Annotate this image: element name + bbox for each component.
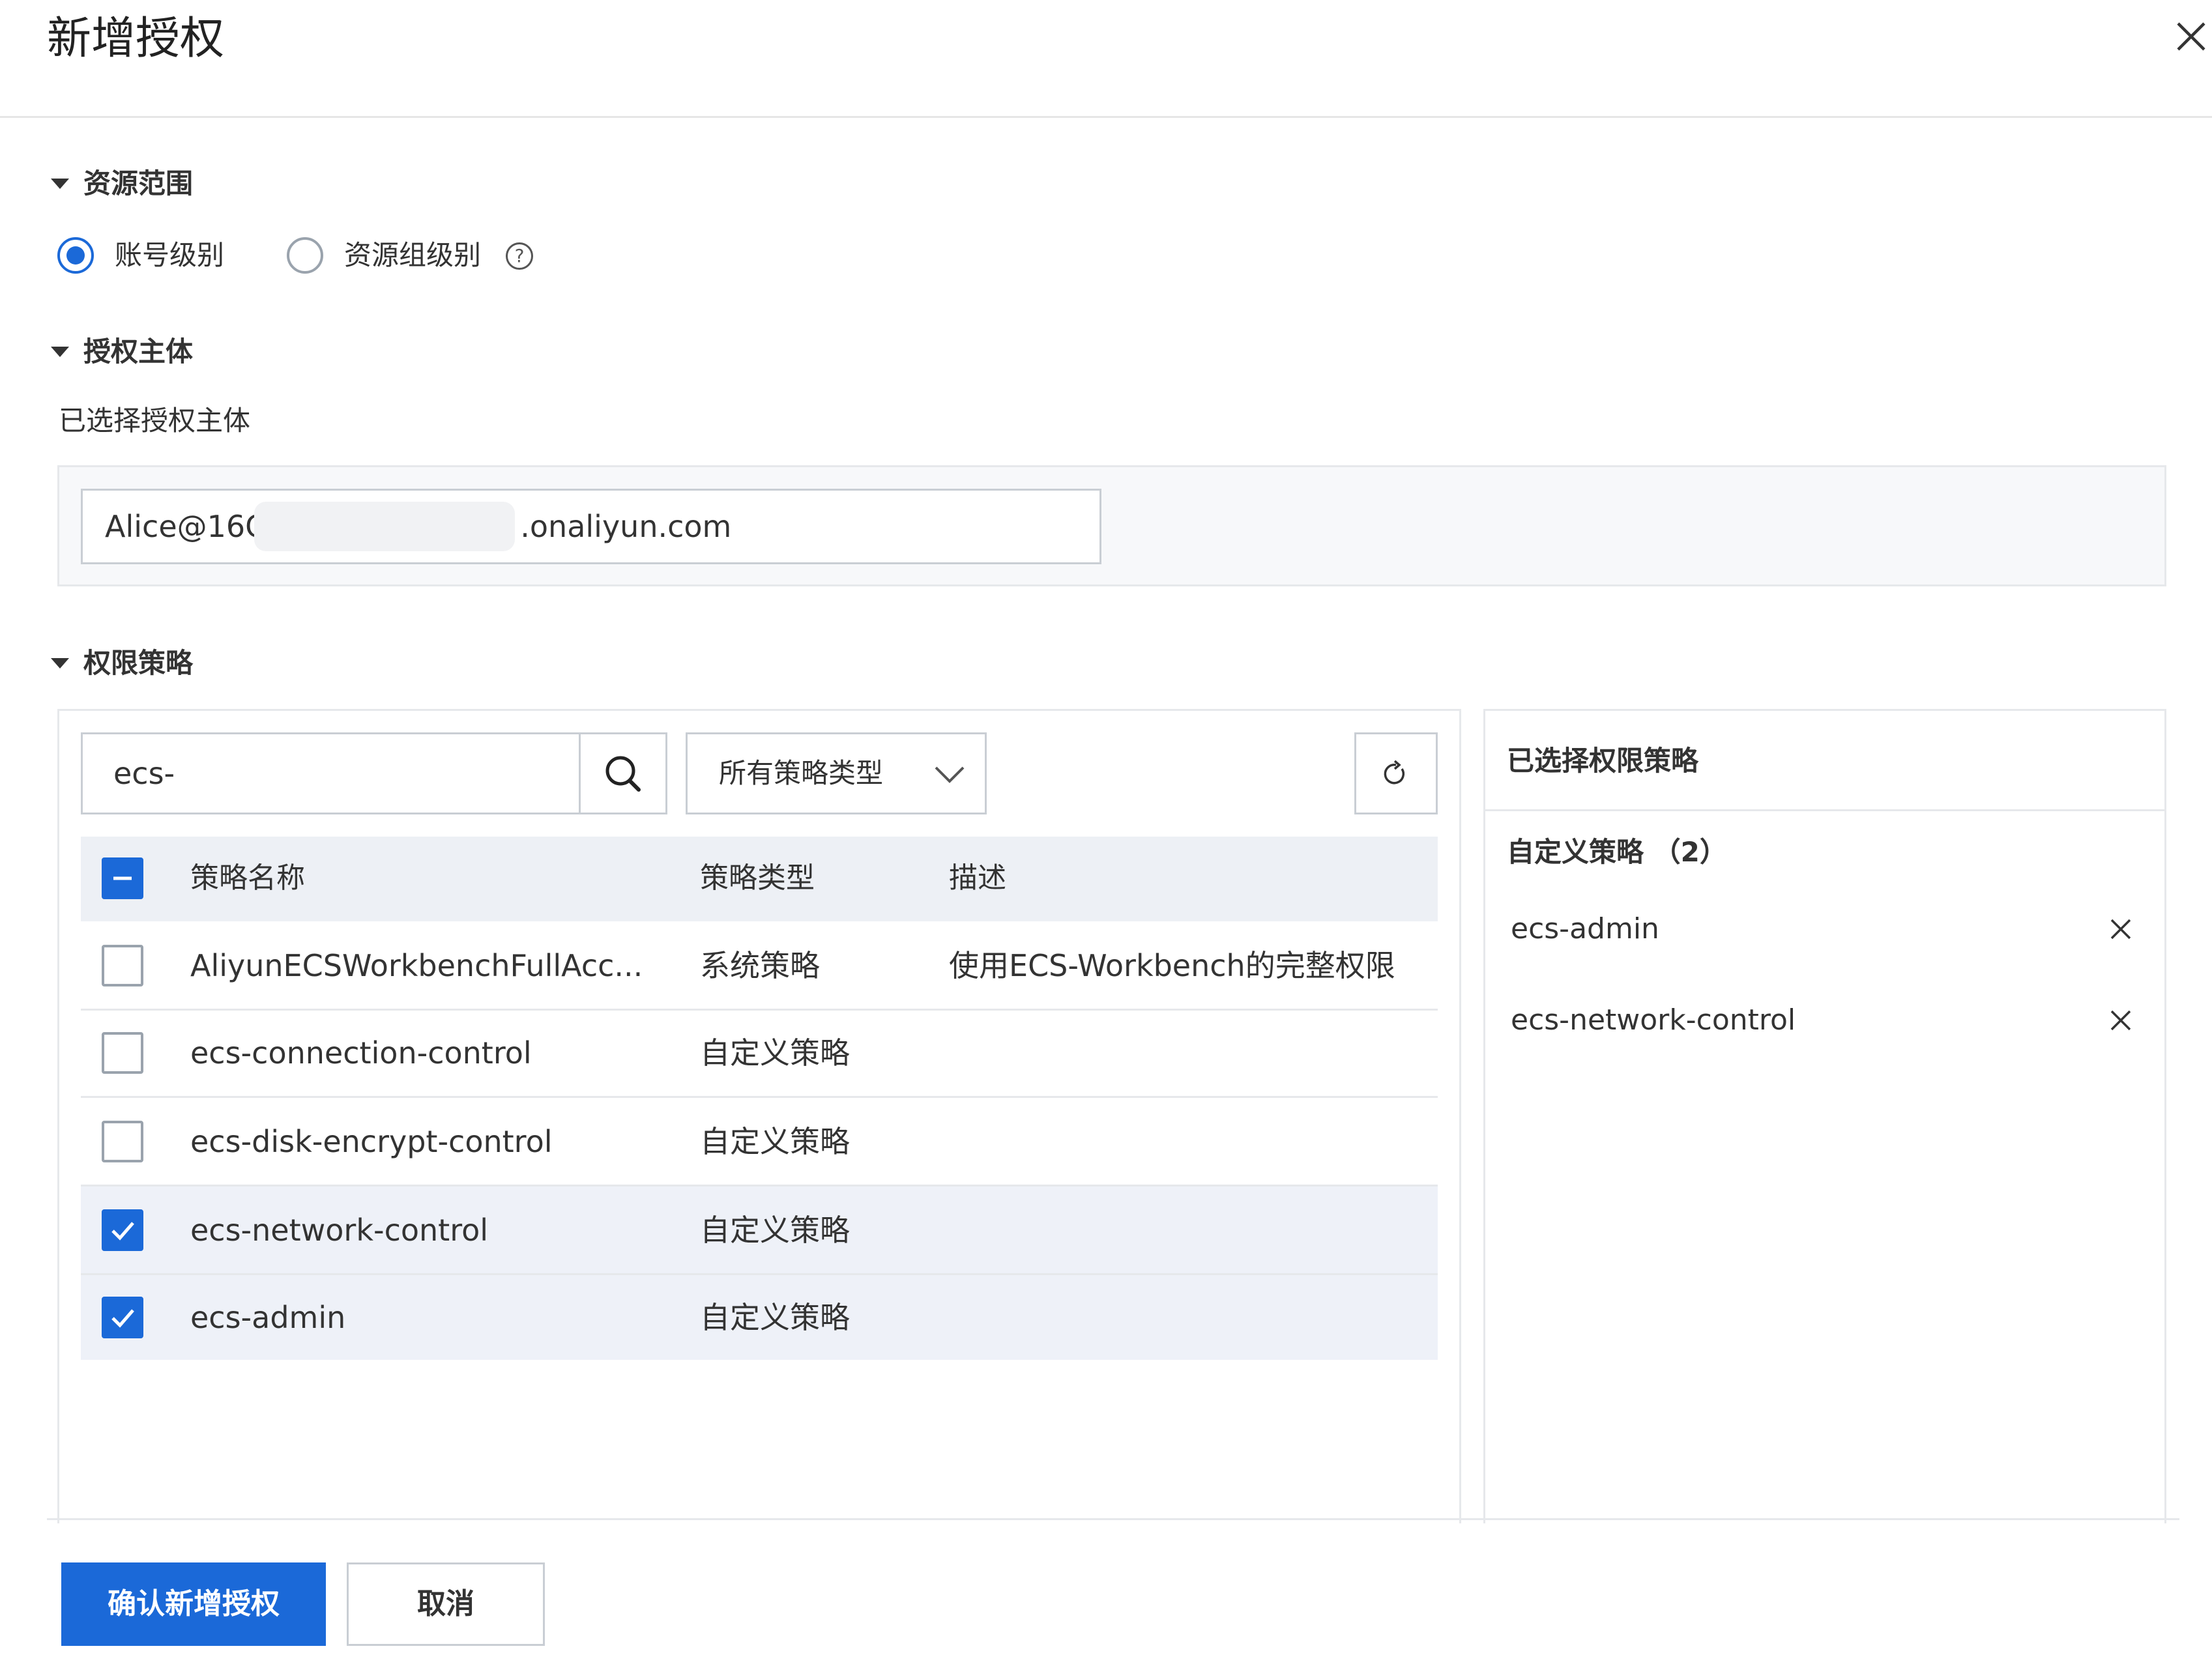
radio-account-level[interactable] [57, 237, 94, 274]
dialog-title: 新增授权 [47, 13, 225, 65]
policy-name: ecs-admin [190, 1300, 346, 1335]
policy-name: ecs-connection-control [190, 1035, 532, 1071]
row-checkbox-checked[interactable] [102, 1297, 143, 1338]
section-title: 资源范围 [83, 167, 194, 199]
section-title: 授权主体 [83, 336, 194, 367]
selected-policy-item: ecs-network-control [1511, 1003, 1796, 1037]
question-circle-icon[interactable]: ? [506, 242, 533, 270]
section-policy[interactable]: 权限策略 [51, 644, 193, 683]
principal-field[interactable]: Alice@16C .onaliyun.com [81, 489, 1101, 564]
row-checkbox-checked[interactable] [102, 1209, 143, 1251]
select-all-checkbox[interactable] [102, 857, 143, 899]
policy-type: 自定义策略 [700, 1213, 850, 1248]
search-icon[interactable] [581, 734, 665, 813]
selected-policies-title: 已选择权限策略 [1507, 745, 1699, 777]
policy-type: 自定义策略 [700, 1300, 850, 1335]
footer-divider [47, 1518, 2179, 1520]
refresh-icon [1384, 760, 1405, 784]
policy-name: ecs-disk-encrypt-control [190, 1124, 553, 1159]
close-icon[interactable] [2170, 16, 2212, 57]
selected-policies-panel [1483, 709, 2166, 1523]
chevron-down-icon[interactable] [932, 761, 967, 787]
section-title: 权限策略 [83, 647, 194, 679]
radio-resource-group-level[interactable] [287, 237, 323, 274]
row-checkbox[interactable] [102, 1121, 143, 1162]
principal-value-suffix: .onaliyun.com [520, 509, 732, 544]
selected-policy-item: ecs-admin [1511, 912, 1659, 945]
policy-name: ecs-network-control [190, 1213, 489, 1248]
policy-description: 使用ECS-Workbench的完整权限 [949, 948, 1395, 983]
confirm-button[interactable]: 确认新增授权 [61, 1562, 326, 1646]
row-checkbox[interactable] [102, 1032, 143, 1074]
close-icon[interactable] [2103, 911, 2139, 947]
close-icon[interactable] [2103, 1002, 2139, 1039]
caret-down-icon [51, 347, 69, 357]
radio-label-resource-group-level[interactable]: 资源组级别 [344, 236, 481, 275]
policy-type: 自定义策略 [700, 1035, 850, 1071]
caret-down-icon [51, 179, 69, 189]
radio-label-account-level[interactable]: 账号级别 [115, 236, 224, 275]
section-resource-scope[interactable]: 资源范围 [51, 164, 193, 203]
principal-value-prefix: Alice@16C [105, 509, 267, 544]
section-principal[interactable]: 授权主体 [51, 332, 193, 371]
row-checkbox[interactable] [102, 945, 143, 986]
column-header-type: 策略类型 [700, 861, 815, 895]
column-header-name: 策略名称 [190, 861, 305, 895]
selected-policies-divider [1483, 809, 2166, 811]
caret-down-icon [51, 658, 69, 669]
policy-type: 系统策略 [700, 948, 820, 983]
redaction-mask [254, 502, 515, 551]
header-divider [0, 116, 2212, 118]
selected-principal-label: 已选择授权主体 [59, 405, 251, 437]
cancel-button[interactable]: 取消 [347, 1562, 545, 1646]
column-header-description: 描述 [949, 861, 1006, 895]
search-input[interactable] [85, 736, 574, 811]
policy-type: 自定义策略 [700, 1124, 850, 1159]
selected-group-label: 自定义策略 （2） [1507, 836, 1727, 868]
policy-name: AliyunECSWorkbenchFullAcc... [190, 948, 643, 983]
refresh-button[interactable] [1354, 732, 1438, 814]
